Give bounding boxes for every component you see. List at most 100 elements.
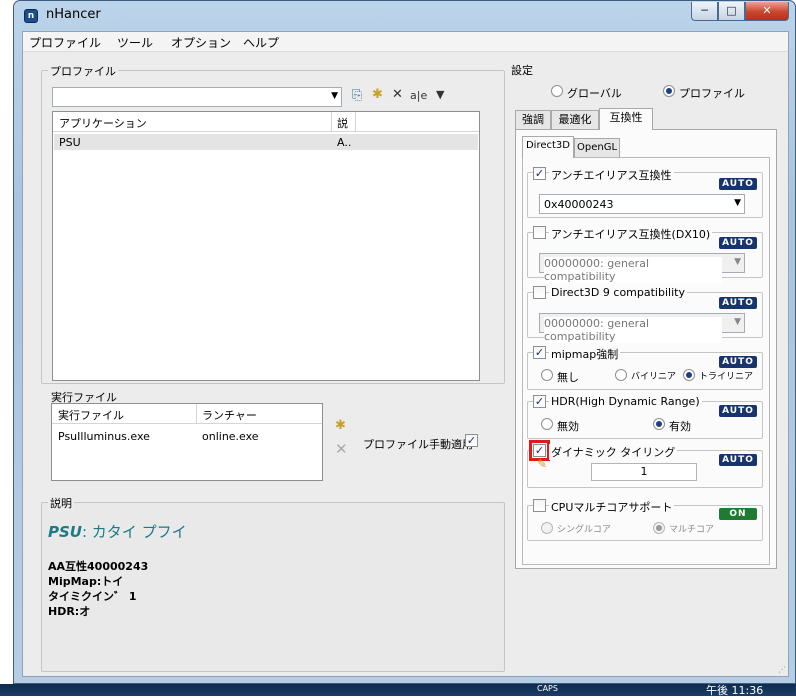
add-exe-icon[interactable]: ✱ [335,418,346,433]
profiles-group: プロファイル ▼ ⎘ ✱ ✕ a|e ▼ アプリケーション 説 PSU A.. [41,63,505,384]
hdr-disabled-radio[interactable] [541,418,553,430]
scope-profile-radio[interactable] [663,85,675,97]
description-line: MipMap:トイ [48,575,124,588]
description-title: PSU: カタイ プフイ [48,521,187,542]
multicore-checkbox[interactable] [533,499,546,512]
description-group-label: 説明 [48,495,74,511]
profile-row-desc: A.. [337,136,352,149]
mipmap-trilinear-label: トライリニア [699,372,754,382]
aa-compat-checkbox[interactable]: ✓ [533,167,546,180]
executables-list-header: 実行ファイル ランチャー [52,404,322,424]
d3d9-compat-checkbox[interactable] [533,286,546,299]
column-separator[interactable] [331,112,332,132]
column-exe[interactable]: 実行ファイル [58,407,124,423]
aa-compat-label: アンチエイリアス互換性 [549,167,674,183]
aa-compat-dx10-auto-badge[interactable]: AUTO [719,237,757,249]
menu-profile[interactable]: プロファイル [27,34,103,51]
filter-icon[interactable]: ▼ [436,88,444,101]
aa-compat-dx10-checkbox[interactable] [533,226,546,239]
aa-compat-dx10-value: 00000000: general compatibility [544,257,722,283]
rename-icon[interactable]: a|e [410,89,427,102]
aa-compat-value: 0x40000243 [544,198,614,211]
hdr-enabled-radio[interactable] [653,418,665,430]
d3d9-compat-label: Direct3D 9 compatibility [549,286,687,299]
mipmap-trilinear-radio[interactable] [683,369,695,381]
scope-global-radio[interactable] [551,85,563,97]
resize-grip-icon[interactable]: ⋰ [778,665,786,674]
column-application[interactable]: アプリケーション [59,115,147,131]
exe-row-launcher: online.exe [202,430,259,443]
caption-buttons: ─ □ ✕ [691,2,789,21]
chevron-down-icon: ▼ [331,91,338,101]
mipmap-none-radio[interactable] [541,369,553,381]
menu-help[interactable]: ヘルプ [241,34,281,51]
menu-tools[interactable]: ツール [115,34,155,51]
mipmap-bilinear-label: バイリニア [631,372,677,382]
tiling-auto-badge[interactable]: AUTO [719,454,757,466]
mipmap-auto-badge[interactable]: AUTO [719,356,757,368]
tiling-label: ダイナミック タイリング [549,444,678,460]
multicore-single-radio[interactable] [541,522,553,534]
tiling-checkbox[interactable]: ✓ [529,440,550,461]
profile-row-app: PSU [59,136,81,149]
chevron-down-icon: ▼ [734,257,741,267]
caps-indicator: CAPS [537,684,558,693]
executables-list[interactable]: 実行ファイル ランチャー PsuIlluminus.exe online.exe [51,403,323,481]
profiles-group-label: プロファイル [48,63,118,79]
manual-apply-checkbox[interactable]: ✓ [465,434,478,447]
column-separator[interactable] [196,404,197,424]
maximize-button[interactable]: □ [718,2,745,21]
multicore-multi-radio[interactable] [653,522,665,534]
hdr-auto-badge[interactable]: AUTO [719,405,757,417]
scope-global-label: グローバル [567,87,622,100]
hdr-enabled-label: 有効 [669,420,691,433]
tab-optimize[interactable]: 最適化 [551,110,599,130]
description-line: タイミクイン゛ 1 [48,590,137,603]
column-launcher[interactable]: ランチャー [202,407,257,423]
tiling-value: 1 [640,465,648,478]
tab-direct3d[interactable]: Direct3D [522,136,574,158]
d3d9-compat-combo[interactable]: 00000000: general compatibility ▼ [539,313,745,343]
hdr-checkbox[interactable]: ✓ [533,395,546,408]
settings-group-label: 設定 [511,64,533,77]
aa-compat-auto-badge[interactable]: AUTO [719,178,757,190]
profile-search-combo[interactable]: ▼ [52,87,342,107]
title-bar[interactable]: n nHancer ─ □ ✕ [14,1,795,31]
description-app-name: PSU [48,523,82,541]
tab-compatibility[interactable]: 互換性 [599,108,653,130]
description-title-rest: : カタイ プフイ [81,523,187,541]
menu-bar: プロファイル ツール オプション ヘルプ [23,32,788,52]
d3d9-compat-auto-badge[interactable]: AUTO [719,297,757,309]
new-icon[interactable]: ✱ [372,87,383,102]
mipmap-none-label: 無し [557,371,579,384]
column-separator[interactable] [355,112,356,132]
mipmap-label: mipmap強制 [549,346,621,362]
table-row[interactable] [54,134,478,150]
menu-options[interactable]: オプション [169,34,233,51]
hdr-label: HDR(High Dynamic Range) [549,395,702,408]
column-description[interactable]: 説 [337,115,348,131]
delete-icon[interactable]: ✕ [392,87,403,102]
multicore-single-label: シングルコア [557,525,611,535]
multicore-multi-label: マルチコア [669,525,715,535]
multicore-on-badge[interactable]: ON [719,508,757,520]
remove-exe-icon[interactable]: ✕ [335,440,348,458]
cursor-pen-icon: ✎ [537,457,548,471]
tiling-value-input[interactable]: 1 [591,463,697,481]
description-group: 説明 PSU: カタイ プフイ AA互性40000243 MipMap:トイ タ… [41,495,505,672]
nhancer-window: n nHancer ─ □ ✕ プロファイル ツール オプション ヘルプ プロフ… [13,0,796,684]
mipmap-checkbox[interactable]: ✓ [533,346,546,359]
mipmap-bilinear-radio[interactable] [615,369,627,381]
profiles-list[interactable]: アプリケーション 説 PSU A.. [52,111,480,381]
aa-compat-dx10-combo[interactable]: 00000000: general compatibility ▼ [539,253,745,283]
copy-icon[interactable]: ⎘ [352,88,362,103]
tab-opengl[interactable]: OpenGL [574,138,620,158]
taskbar: CAPS 午後 11:36 [0,684,796,697]
minimize-button[interactable]: ─ [691,2,718,21]
description-line: AA互性40000243 [48,560,149,573]
close-button[interactable]: ✕ [745,2,789,21]
chevron-down-icon: ▼ [734,198,741,208]
tab-emphasis[interactable]: 強調 [515,110,551,130]
aa-compat-combo[interactable]: 0x40000243 ▼ [539,194,745,214]
window-title: nHancer [46,7,101,22]
